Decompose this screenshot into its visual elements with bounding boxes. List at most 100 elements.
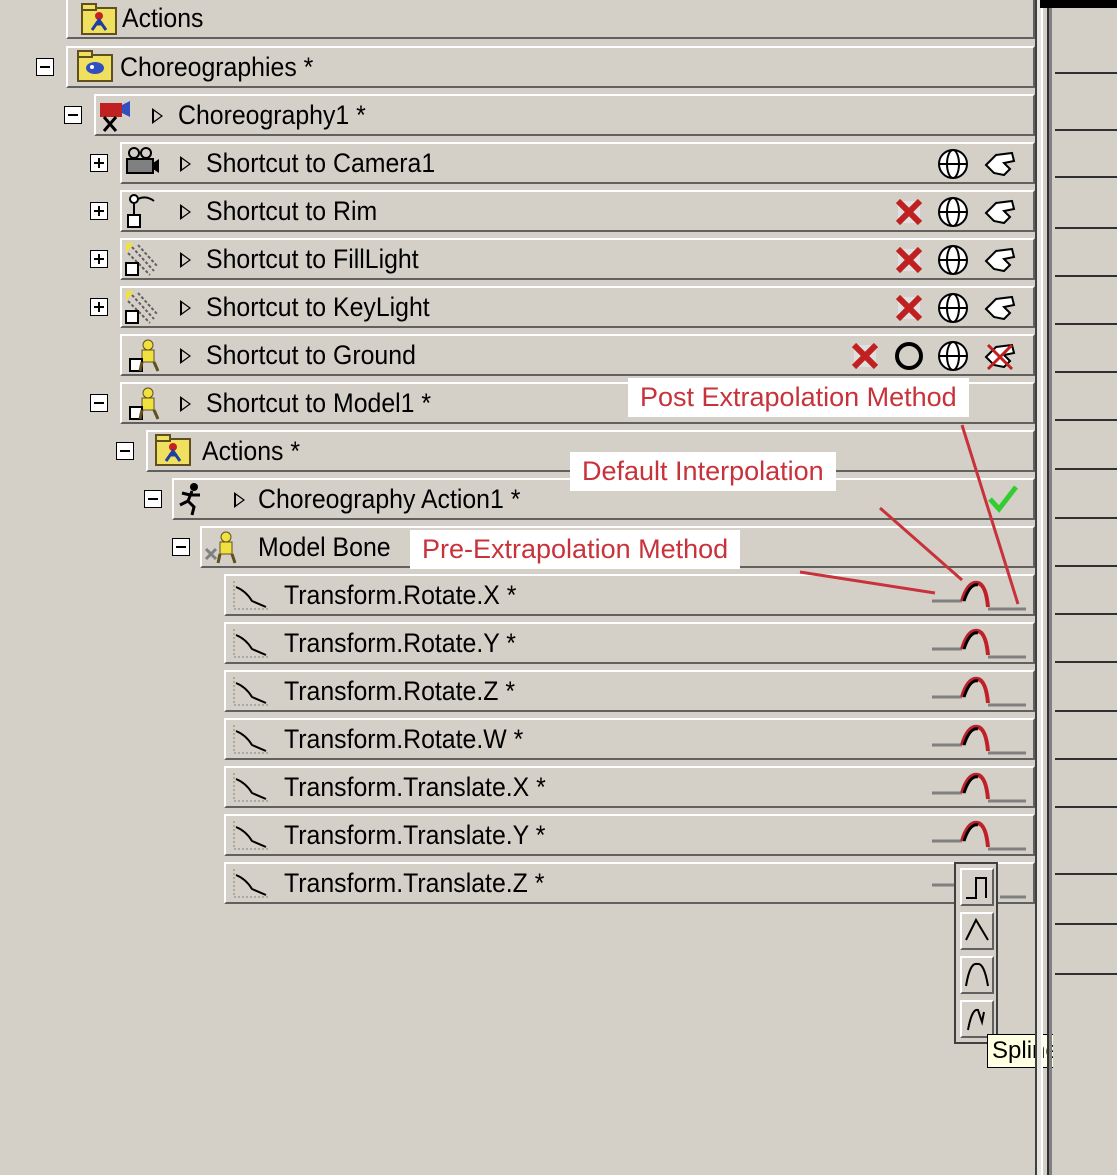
- channel-row[interactable]: Transform.Rotate.X *: [224, 573, 1035, 617]
- camera-icon: [126, 147, 159, 174]
- collapse-toggle[interactable]: [90, 394, 108, 412]
- channel-label: Transform.Rotate.X *: [284, 580, 517, 610]
- pane-splitter[interactable]: [1035, 0, 1043, 1175]
- collapse-toggle[interactable]: [172, 538, 190, 556]
- red-x-icon[interactable]: [892, 243, 926, 277]
- curve-interpolation-button[interactable]: [960, 956, 994, 994]
- timeline-row-divider: [1055, 72, 1117, 74]
- timeline-row-divider: [1055, 873, 1117, 875]
- channel-row[interactable]: Transform.Rotate.Y *: [224, 621, 1035, 665]
- collapse-toggle[interactable]: [144, 490, 162, 508]
- callout-pre-extrapolation: Pre-Extrapolation Method: [410, 530, 741, 569]
- expand-arrow-icon[interactable]: [180, 156, 191, 172]
- channel-row[interactable]: Transform.Translate.Y *: [224, 813, 1035, 857]
- circle-icon[interactable]: [892, 339, 926, 373]
- timeline-row-divider: [1055, 613, 1117, 615]
- light-icon: [127, 194, 155, 228]
- light-icon: [125, 243, 159, 276]
- expand-toggle[interactable]: [90, 298, 108, 316]
- linear-interpolation-icon: [965, 917, 989, 941]
- tree-item-choreographies[interactable]: Choreographies *: [30, 45, 1035, 89]
- hand-icon[interactable]: [982, 147, 1016, 181]
- channel-row[interactable]: Transform.Translate.X *: [224, 765, 1035, 809]
- wireframe-sphere-icon[interactable]: [936, 291, 970, 325]
- channel-label: Transform.Rotate.W *: [284, 724, 524, 754]
- collapse-toggle[interactable]: [116, 442, 134, 460]
- pane-splitter-secondary[interactable]: [1047, 0, 1052, 1175]
- spline-interpolation-button[interactable]: [960, 1000, 994, 1038]
- expand-arrow-icon[interactable]: [180, 396, 191, 412]
- red-x-icon[interactable]: [848, 339, 882, 373]
- collapse-toggle[interactable]: [64, 106, 82, 124]
- tree-item-label: Choreographies *: [120, 52, 314, 82]
- collapse-toggle[interactable]: [36, 58, 54, 76]
- running-man-icon: [179, 483, 200, 516]
- channel-label: Transform.Rotate.Y *: [284, 628, 516, 658]
- tree-item-label: Actions: [122, 3, 204, 33]
- expand-toggle[interactable]: [90, 250, 108, 268]
- interpolation-curve-icon[interactable]: [930, 819, 1030, 853]
- channel-curve-icon: [233, 869, 268, 898]
- hold-interpolation-icon: [966, 877, 987, 899]
- tree-item-keylight[interactable]: Shortcut to KeyLight: [86, 285, 1035, 329]
- interpolation-curve-icon[interactable]: [930, 627, 1030, 661]
- expand-arrow-icon[interactable]: [180, 300, 191, 316]
- expand-toggle[interactable]: [90, 154, 108, 172]
- expand-arrow-icon[interactable]: [152, 108, 163, 124]
- hand-icon[interactable]: [982, 243, 1016, 277]
- tree-item-actions-root[interactable]: Actions: [66, 0, 1035, 40]
- timeline-row-divider: [1055, 129, 1117, 131]
- clapper-icon: [100, 101, 130, 132]
- expand-arrow-icon[interactable]: [180, 348, 191, 364]
- expand-toggle[interactable]: [90, 202, 108, 220]
- tree-item-choreography1[interactable]: Choreography1 *: [58, 93, 1035, 137]
- check-icon[interactable]: [986, 481, 1020, 515]
- wireframe-sphere-icon[interactable]: [936, 339, 970, 373]
- curve-interpolation-icon: [965, 962, 989, 987]
- interpolation-curve-icon[interactable]: [930, 579, 1030, 613]
- hand-icon[interactable]: [982, 195, 1016, 229]
- tree-item-filllight[interactable]: Shortcut to FillLight: [86, 237, 1035, 281]
- tree-item-label: Shortcut to Model1 *: [206, 388, 432, 418]
- linear-interpolation-button[interactable]: [960, 912, 994, 950]
- timeline-row-divider: [1055, 468, 1117, 470]
- channel-row[interactable]: Transform.Translate.Z *: [224, 861, 1035, 905]
- hold-interpolation-button[interactable]: [960, 868, 994, 906]
- timeline-row-divider: [1055, 565, 1117, 567]
- expand-arrow-icon[interactable]: [180, 204, 191, 220]
- wireframe-sphere-icon[interactable]: [936, 147, 970, 181]
- interpolation-curve-icon[interactable]: [930, 771, 1030, 805]
- spline-interpolation-icon: [967, 1008, 985, 1031]
- timeline-row-divider: [1055, 227, 1117, 229]
- hand-icon[interactable]: [982, 291, 1016, 325]
- wireframe-sphere-icon[interactable]: [936, 243, 970, 277]
- channel-row[interactable]: Transform.Rotate.Z *: [224, 669, 1035, 713]
- channel-label: Transform.Rotate.Z *: [284, 676, 515, 706]
- expand-arrow-icon[interactable]: [180, 252, 191, 268]
- wireframe-sphere-icon[interactable]: [936, 195, 970, 229]
- interpolation-curve-icon[interactable]: [930, 675, 1030, 709]
- red-x-icon[interactable]: [892, 291, 926, 325]
- expand-arrow-icon[interactable]: [234, 492, 245, 508]
- timeline-row-divider: [1055, 661, 1117, 663]
- top-border: [1040, 0, 1117, 8]
- channel-curve-icon: [233, 581, 268, 610]
- red-x-icon[interactable]: [892, 195, 926, 229]
- hand-disabled-icon[interactable]: [982, 339, 1016, 373]
- folder-actions-icon: [155, 434, 191, 466]
- tree-item-label: Shortcut to FillLight: [206, 244, 419, 274]
- tree-item-label: Choreography Action1 *: [258, 484, 521, 514]
- timeline-row-divider: [1055, 806, 1117, 808]
- project-tree: Actions Choreographies * Choreography1 *: [0, 0, 1064, 1175]
- tree-item-rim[interactable]: Shortcut to Rim: [86, 189, 1035, 233]
- channel-label: Transform.Translate.Y *: [284, 820, 546, 850]
- model-figure-icon: [129, 387, 160, 420]
- tree-item-ground[interactable]: Shortcut to Ground: [86, 333, 1035, 377]
- interpolation-popup-menu[interactable]: [954, 862, 998, 1044]
- channel-row[interactable]: Transform.Rotate.W *: [224, 717, 1035, 761]
- timeline-row-divider: [1055, 323, 1117, 325]
- channel-curve-icon: [233, 629, 268, 658]
- interpolation-curve-icon[interactable]: [930, 723, 1030, 757]
- channel-label: Transform.Translate.X *: [284, 772, 546, 802]
- tree-item-camera[interactable]: Shortcut to Camera1: [86, 141, 1035, 185]
